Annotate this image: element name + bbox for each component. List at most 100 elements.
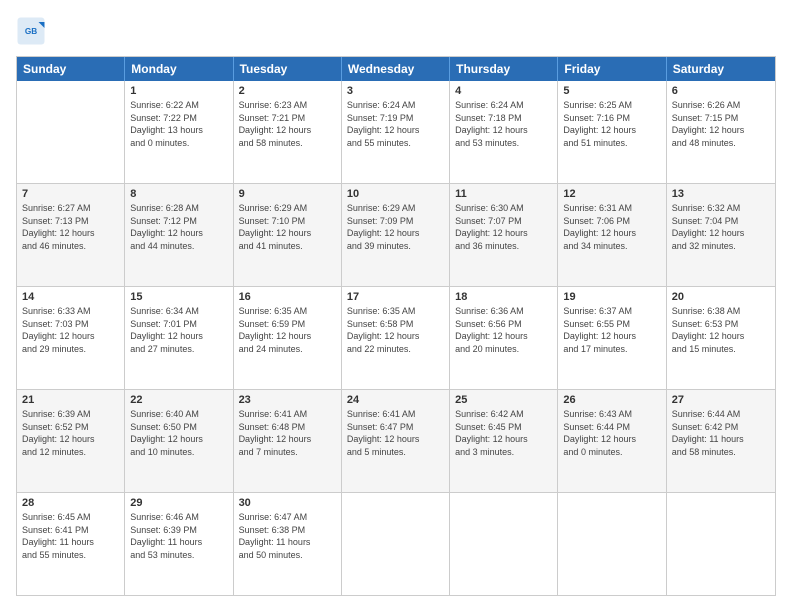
day-number: 25 xyxy=(455,394,552,406)
cell-info: Sunrise: 6:45 AM Sunset: 6:41 PM Dayligh… xyxy=(22,511,119,561)
day-number: 1 xyxy=(130,85,227,97)
cal-cell: 28 Sunrise: 6:45 AM Sunset: 6:41 PM Dayli… xyxy=(17,493,125,595)
cal-cell xyxy=(342,493,450,595)
day-number: 17 xyxy=(347,291,444,303)
cal-cell: 5 Sunrise: 6:25 AM Sunset: 7:16 PM Daylig… xyxy=(558,81,666,183)
cal-cell: 11 Sunrise: 6:30 AM Sunset: 7:07 PM Dayli… xyxy=(450,184,558,286)
cal-cell: 29Sunrise: 6:46 AM Sunset: 6:39 PM Dayli… xyxy=(125,493,233,595)
cell-info: Sunrise: 6:37 AM Sunset: 6:55 PM Dayligh… xyxy=(563,305,660,355)
header-sunday: Sunday xyxy=(17,57,125,81)
cell-info: Sunrise: 6:39 AM Sunset: 6:52 PM Dayligh… xyxy=(22,408,119,458)
day-number: 11 xyxy=(455,188,552,200)
cal-cell: 16Sunrise: 6:35 AM Sunset: 6:59 PM Dayli… xyxy=(234,287,342,389)
day-number: 27 xyxy=(672,394,770,406)
cell-info: Sunrise: 6:38 AM Sunset: 6:53 PM Dayligh… xyxy=(672,305,770,355)
cal-cell: 15Sunrise: 6:34 AM Sunset: 7:01 PM Dayli… xyxy=(125,287,233,389)
cell-info: Sunrise: 6:41 AM Sunset: 6:48 PM Dayligh… xyxy=(239,408,336,458)
day-number: 4 xyxy=(455,85,552,97)
cal-cell: 7 Sunrise: 6:27 AM Sunset: 7:13 PM Daylig… xyxy=(17,184,125,286)
cell-info: Sunrise: 6:41 AM Sunset: 6:47 PM Dayligh… xyxy=(347,408,444,458)
cal-cell: 6 Sunrise: 6:26 AM Sunset: 7:15 PM Daylig… xyxy=(667,81,775,183)
cal-cell: 23 Sunrise: 6:41 AM Sunset: 6:48 PM Dayli… xyxy=(234,390,342,492)
cell-info: Sunrise: 6:47 AM Sunset: 6:38 PM Dayligh… xyxy=(239,511,336,561)
cal-cell: 19 Sunrise: 6:37 AM Sunset: 6:55 PM Dayli… xyxy=(558,287,666,389)
day-number: 19 xyxy=(563,291,660,303)
cell-info: Sunrise: 6:31 AM Sunset: 7:06 PM Dayligh… xyxy=(563,202,660,252)
day-number: 20 xyxy=(672,291,770,303)
cell-info: Sunrise: 6:40 AM Sunset: 6:50 PM Dayligh… xyxy=(130,408,227,458)
logo-icon: GB xyxy=(16,16,46,46)
cell-info: Sunrise: 6:36 AM Sunset: 6:56 PM Dayligh… xyxy=(455,305,552,355)
header-tuesday: Tuesday xyxy=(234,57,342,81)
day-number: 12 xyxy=(563,188,660,200)
day-number: 23 xyxy=(239,394,336,406)
day-number: 8 xyxy=(130,188,227,200)
cal-cell: 25 Sunrise: 6:42 AM Sunset: 6:45 PM Dayli… xyxy=(450,390,558,492)
day-number: 21 xyxy=(22,394,119,406)
cell-info: Sunrise: 6:28 AM Sunset: 7:12 PM Dayligh… xyxy=(130,202,227,252)
cal-cell: 20 Sunrise: 6:38 AM Sunset: 6:53 PM Dayli… xyxy=(667,287,775,389)
cal-cell: 3Sunrise: 6:24 AM Sunset: 7:19 PM Daylig… xyxy=(342,81,450,183)
cell-info: Sunrise: 6:26 AM Sunset: 7:15 PM Dayligh… xyxy=(672,99,770,149)
day-number: 6 xyxy=(672,85,770,97)
day-number: 5 xyxy=(563,85,660,97)
cal-cell: 12 Sunrise: 6:31 AM Sunset: 7:06 PM Dayli… xyxy=(558,184,666,286)
cell-info: Sunrise: 6:35 AM Sunset: 6:59 PM Dayligh… xyxy=(239,305,336,355)
cal-cell: 21 Sunrise: 6:39 AM Sunset: 6:52 PM Dayli… xyxy=(17,390,125,492)
calendar-header: Sunday Monday Tuesday Wednesday Thursday… xyxy=(17,57,775,81)
day-number: 7 xyxy=(22,188,119,200)
logo: GB xyxy=(16,16,50,46)
cal-cell: 8 Sunrise: 6:28 AM Sunset: 7:12 PM Daylig… xyxy=(125,184,233,286)
day-number: 14 xyxy=(22,291,119,303)
cal-cell: 13 Sunrise: 6:32 AM Sunset: 7:04 PM Dayli… xyxy=(667,184,775,286)
cal-cell: 27 Sunrise: 6:44 AM Sunset: 6:42 PM Dayli… xyxy=(667,390,775,492)
cal-cell xyxy=(17,81,125,183)
cal-cell: 17Sunrise: 6:35 AM Sunset: 6:58 PM Dayli… xyxy=(342,287,450,389)
cell-info: Sunrise: 6:27 AM Sunset: 7:13 PM Dayligh… xyxy=(22,202,119,252)
header-thursday: Thursday xyxy=(450,57,558,81)
cell-info: Sunrise: 6:44 AM Sunset: 6:42 PM Dayligh… xyxy=(672,408,770,458)
cell-info: Sunrise: 6:42 AM Sunset: 6:45 PM Dayligh… xyxy=(455,408,552,458)
day-number: 10 xyxy=(347,188,444,200)
cal-cell xyxy=(667,493,775,595)
week-row-3: 14 Sunrise: 6:33 AM Sunset: 7:03 PM Dayli… xyxy=(17,287,775,390)
cell-info: Sunrise: 6:43 AM Sunset: 6:44 PM Dayligh… xyxy=(563,408,660,458)
cal-cell: 26 Sunrise: 6:43 AM Sunset: 6:44 PM Dayli… xyxy=(558,390,666,492)
cal-cell: 18 Sunrise: 6:36 AM Sunset: 6:56 PM Dayli… xyxy=(450,287,558,389)
day-number: 24 xyxy=(347,394,444,406)
day-number: 30 xyxy=(239,497,336,509)
cal-cell: 9Sunrise: 6:29 AM Sunset: 7:10 PM Daylig… xyxy=(234,184,342,286)
cell-info: Sunrise: 6:34 AM Sunset: 7:01 PM Dayligh… xyxy=(130,305,227,355)
page-header: GB xyxy=(16,16,776,46)
header-monday: Monday xyxy=(125,57,233,81)
cal-cell: 30 Sunrise: 6:47 AM Sunset: 6:38 PM Dayli… xyxy=(234,493,342,595)
week-row-2: 7 Sunrise: 6:27 AM Sunset: 7:13 PM Daylig… xyxy=(17,184,775,287)
cell-info: Sunrise: 6:30 AM Sunset: 7:07 PM Dayligh… xyxy=(455,202,552,252)
cal-cell: 10Sunrise: 6:29 AM Sunset: 7:09 PM Dayli… xyxy=(342,184,450,286)
cell-info: Sunrise: 6:24 AM Sunset: 7:18 PM Dayligh… xyxy=(455,99,552,149)
cal-cell: 4 Sunrise: 6:24 AM Sunset: 7:18 PM Daylig… xyxy=(450,81,558,183)
week-row-1: 1 Sunrise: 6:22 AM Sunset: 7:22 PM Daylig… xyxy=(17,81,775,184)
cell-info: Sunrise: 6:23 AM Sunset: 7:21 PM Dayligh… xyxy=(239,99,336,149)
day-number: 29 xyxy=(130,497,227,509)
day-number: 26 xyxy=(563,394,660,406)
week-row-5: 28 Sunrise: 6:45 AM Sunset: 6:41 PM Dayli… xyxy=(17,493,775,595)
cal-cell: 14 Sunrise: 6:33 AM Sunset: 7:03 PM Dayli… xyxy=(17,287,125,389)
cal-cell: 2 Sunrise: 6:23 AM Sunset: 7:21 PM Daylig… xyxy=(234,81,342,183)
cell-info: Sunrise: 6:24 AM Sunset: 7:19 PM Dayligh… xyxy=(347,99,444,149)
day-number: 28 xyxy=(22,497,119,509)
cal-cell: 24 Sunrise: 6:41 AM Sunset: 6:47 PM Dayli… xyxy=(342,390,450,492)
cell-info: Sunrise: 6:25 AM Sunset: 7:16 PM Dayligh… xyxy=(563,99,660,149)
cell-info: Sunrise: 6:22 AM Sunset: 7:22 PM Dayligh… xyxy=(130,99,227,149)
cell-info: Sunrise: 6:32 AM Sunset: 7:04 PM Dayligh… xyxy=(672,202,770,252)
cal-cell xyxy=(450,493,558,595)
cell-info: Sunrise: 6:33 AM Sunset: 7:03 PM Dayligh… xyxy=(22,305,119,355)
header-friday: Friday xyxy=(558,57,666,81)
header-saturday: Saturday xyxy=(667,57,775,81)
day-number: 13 xyxy=(672,188,770,200)
svg-text:GB: GB xyxy=(25,27,37,36)
cell-info: Sunrise: 6:29 AM Sunset: 7:10 PM Dayligh… xyxy=(239,202,336,252)
cal-cell xyxy=(558,493,666,595)
day-number: 2 xyxy=(239,85,336,97)
day-number: 18 xyxy=(455,291,552,303)
